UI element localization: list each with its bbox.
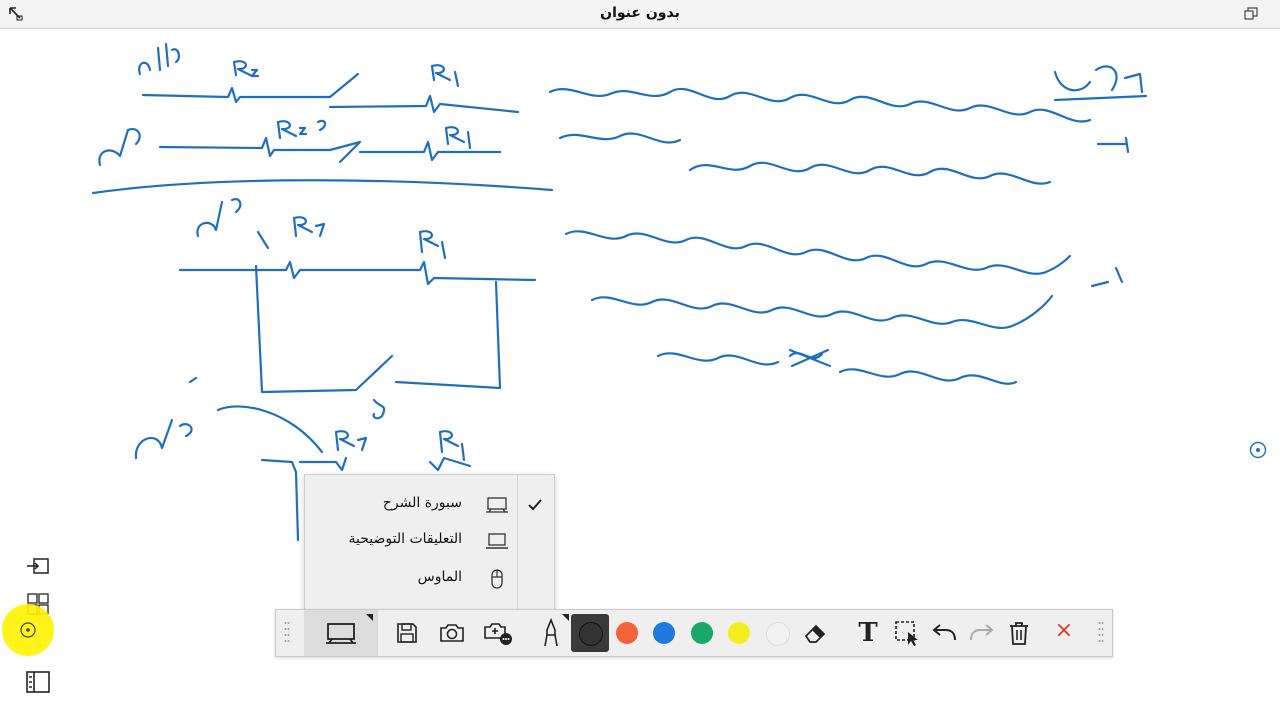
ink-stroke — [276, 119, 327, 140]
board-mode-icon — [326, 623, 356, 644]
ink-stroke — [178, 260, 537, 286]
ink-stroke — [1090, 266, 1124, 288]
save-icon — [397, 623, 417, 643]
page-list-button[interactable] — [24, 670, 52, 694]
color-swatch-green[interactable] — [691, 622, 713, 644]
ink-stroke — [358, 140, 502, 162]
screen-record-button[interactable] — [480, 615, 516, 651]
menu-item-label: التعليقات التوضيحية — [348, 531, 462, 547]
screenshot-button[interactable] — [434, 615, 470, 651]
ink-stroke — [216, 405, 324, 454]
ink-stroke — [328, 94, 520, 114]
mode-menu: سبورة الشرح التعليقات التوضيحية الماوس — [304, 474, 555, 610]
ink-stroke — [430, 64, 460, 88]
menu-item-label: سبورة الشرح — [382, 495, 462, 511]
mouse-icon — [491, 569, 503, 589]
restore-window-icon[interactable] — [1244, 7, 1258, 21]
menu-item-label: الماوس — [417, 569, 462, 585]
ink-stroke — [98, 128, 141, 167]
color-swatch-orange[interactable] — [616, 622, 638, 644]
pen-button[interactable] — [536, 614, 569, 651]
ink-stroke — [254, 264, 502, 394]
eraser-button[interactable] — [798, 615, 832, 651]
ink-stroke — [196, 198, 270, 250]
ink-stroke — [548, 87, 1092, 123]
drawing-toolbar: T × — [275, 609, 1113, 657]
color-swatch-blue[interactable] — [653, 622, 675, 644]
ink-stroke — [444, 126, 472, 150]
drag-handle-icon[interactable] — [1098, 620, 1104, 646]
close-toolbar-button[interactable]: × — [1052, 612, 1076, 648]
pen-icon — [544, 618, 558, 647]
canvas-scroll-marker-icon[interactable] — [1249, 441, 1267, 459]
dropdown-indicator — [366, 614, 373, 621]
ink-stroke — [232, 60, 254, 78]
cursor-target-icon — [20, 622, 36, 638]
ink-stroke — [590, 294, 1054, 329]
menu-item-annotations[interactable]: التعليقات التوضيحية — [305, 523, 554, 559]
eraser-icon — [804, 624, 826, 643]
undo-icon — [932, 624, 956, 641]
camera-icon — [440, 624, 464, 642]
select-tool-button[interactable] — [890, 615, 924, 651]
ink-stroke — [788, 348, 832, 368]
undo-button[interactable] — [928, 615, 960, 651]
delete-button[interactable] — [1004, 615, 1034, 651]
laptop-icon — [486, 533, 508, 549]
redo-button[interactable] — [966, 615, 998, 651]
ink-stroke — [292, 216, 326, 238]
ink-stroke — [656, 352, 1018, 385]
insert-page-icon — [27, 558, 49, 574]
text-tool-button[interactable]: T — [854, 615, 882, 651]
insert-page-button[interactable] — [24, 555, 52, 579]
redo-icon — [970, 624, 994, 641]
save-button[interactable] — [390, 615, 424, 651]
ink-stroke — [250, 68, 260, 78]
title-bar: بدون عنوان — [0, 0, 1280, 29]
page-list-icon — [26, 671, 50, 693]
ink-stroke — [564, 230, 1072, 275]
window-title: بدون عنوان — [600, 5, 680, 21]
screen-record-icon — [484, 623, 512, 645]
menu-item-mouse[interactable]: الماوس — [305, 561, 554, 597]
ink-stroke — [558, 132, 1130, 154]
dropdown-indicator — [562, 614, 569, 621]
ink-stroke — [141, 72, 360, 104]
color-swatch-yellow[interactable] — [728, 622, 750, 644]
menu-item-board[interactable]: سبورة الشرح — [305, 487, 554, 523]
board-mode-button[interactable] — [304, 610, 378, 656]
selection-icon — [895, 621, 918, 646]
ink-stroke — [438, 430, 466, 462]
ink-stroke — [1053, 65, 1148, 102]
trash-icon — [1010, 622, 1028, 645]
ink-stroke — [334, 430, 368, 452]
color-swatch-dark[interactable] — [579, 622, 603, 646]
ink-stroke — [134, 376, 198, 460]
ink-stroke — [418, 230, 447, 260]
color-swatch-white[interactable] — [766, 622, 790, 646]
drag-handle-icon[interactable] — [284, 620, 290, 646]
check-icon — [528, 499, 542, 511]
ink-stroke — [138, 42, 181, 76]
ink-stroke — [372, 398, 386, 420]
ink-stroke — [688, 161, 1052, 185]
board-icon — [486, 497, 508, 513]
ink-stroke — [158, 136, 362, 164]
ink-stroke — [91, 179, 554, 195]
